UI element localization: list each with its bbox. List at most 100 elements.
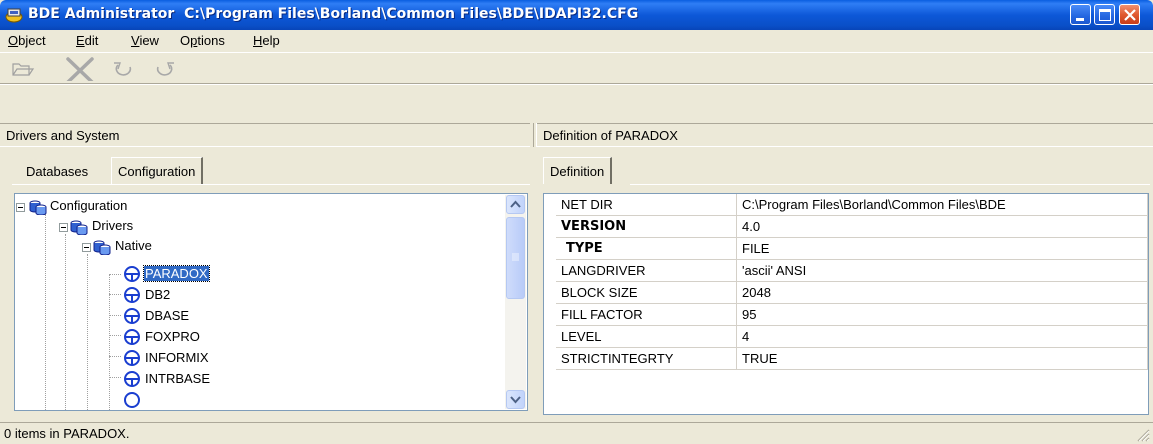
drivers-icon <box>70 220 88 235</box>
toolbar-divider-highlight <box>0 84 1153 85</box>
scroll-down-button[interactable] <box>506 390 525 409</box>
open-icon[interactable] <box>10 55 36 81</box>
param-value[interactable]: 4 <box>737 326 1148 348</box>
tree-item-informix[interactable]: INFORMIX <box>145 348 209 368</box>
collapse-toggle[interactable] <box>59 223 68 232</box>
table-row[interactable]: VERSION 4.0 <box>544 216 1148 238</box>
menu-edit-accel: E <box>76 33 85 48</box>
tree-line <box>109 294 121 295</box>
menu-options[interactable]: Options <box>180 33 225 48</box>
param-name: VERSION <box>556 216 737 238</box>
undo-icon[interactable] <box>110 55 138 81</box>
tree-item-label: DB2 <box>145 287 171 302</box>
menu-help-label: elp <box>262 33 280 48</box>
minimize-icon <box>1076 18 1084 21</box>
redo-icon[interactable] <box>150 55 180 81</box>
param-name: FILL FACTOR <box>556 304 737 326</box>
menu-edit-label: dit <box>84 33 99 48</box>
param-name: TYPE <box>556 238 737 260</box>
close-icon <box>1124 9 1136 21</box>
title-bar[interactable]: BDE Administrator C:\Program Files\Borla… <box>0 0 1153 30</box>
collapse-toggle[interactable] <box>16 203 25 212</box>
tree-item-foxpro[interactable]: FOXPRO <box>145 327 200 347</box>
menu-bar: Object Edit View Options Help <box>0 30 1153 53</box>
tree-line <box>87 254 88 410</box>
param-value[interactable]: 4.0 <box>737 216 1148 238</box>
tree-item-configuration[interactable]: Configuration <box>50 196 127 216</box>
menu-object-accel: O <box>8 33 19 48</box>
collapse-toggle[interactable] <box>82 243 91 252</box>
tree-item-label: DBASE <box>145 308 190 323</box>
right-tab-baseline <box>630 184 1150 185</box>
driver-icon <box>124 371 140 387</box>
tree-line <box>109 274 121 275</box>
param-value[interactable]: FILE <box>737 238 1148 260</box>
tree-item-drivers[interactable]: Drivers <box>92 216 133 236</box>
param-value[interactable]: 2048 <box>737 282 1148 304</box>
tree-item-dbase[interactable]: DBASE <box>145 306 189 326</box>
table-row[interactable]: TYPE FILE <box>544 238 1148 260</box>
status-text: 0 items in PARADOX. <box>4 426 130 441</box>
configuration-icon <box>29 200 47 215</box>
configuration-tree[interactable]: Configuration Drivers Native PARADOX DB2… <box>14 193 528 411</box>
delete-icon[interactable] <box>62 55 102 81</box>
tree-item-label: Drivers <box>92 218 134 233</box>
chevron-down-icon <box>510 396 521 404</box>
grip-lines-icon <box>512 253 519 261</box>
driver-icon <box>124 287 140 303</box>
param-value[interactable]: 95 <box>737 304 1148 326</box>
param-value[interactable]: 'ascii' ANSI <box>737 260 1148 282</box>
param-value[interactable]: TRUE <box>737 348 1148 370</box>
resize-grip-icon[interactable] <box>1136 428 1150 442</box>
param-value[interactable]: C:\Program Files\Borland\Common Files\BD… <box>737 194 1148 216</box>
table-row[interactable]: STRICTINTEGRTY TRUE <box>544 348 1148 370</box>
menu-object[interactable]: Object <box>8 33 46 48</box>
tab-configuration[interactable]: Configuration <box>111 157 204 184</box>
window-title: BDE Administrator C:\Program Files\Borla… <box>28 6 639 22</box>
bde-app-icon <box>5 8 23 23</box>
definition-grid[interactable]: NET DIR C:\Program Files\Borland\Common … <box>543 193 1149 415</box>
menu-help[interactable]: Help <box>253 33 280 48</box>
tree-line <box>109 335 121 336</box>
menu-view[interactable]: View <box>131 33 159 48</box>
minimize-button[interactable] <box>1070 4 1091 25</box>
table-row[interactable]: BLOCK SIZE 2048 <box>544 282 1148 304</box>
menu-edit[interactable]: Edit <box>76 33 98 48</box>
table-row[interactable]: FILL FACTOR 95 <box>544 304 1148 326</box>
param-name: LEVEL <box>556 326 737 348</box>
tree-item-intrbase[interactable]: INTRBASE <box>145 369 210 389</box>
scroll-up-button[interactable] <box>506 195 525 214</box>
tree-scrollbar[interactable] <box>505 195 526 409</box>
chevron-up-icon <box>510 200 521 208</box>
tree-line <box>65 234 66 410</box>
scroll-thumb[interactable] <box>506 217 525 299</box>
close-button[interactable] <box>1119 4 1140 25</box>
menu-help-accel: H <box>253 33 263 48</box>
tree-item-label: INFORMIX <box>145 350 209 365</box>
driver-icon <box>124 266 140 282</box>
bde-administrator-window: BDE Administrator C:\Program Files\Borla… <box>0 0 1153 444</box>
tab-definition[interactable]: Definition <box>543 157 613 184</box>
right-pane-header: Definition of PARADOX <box>537 123 1153 147</box>
menu-object-label: bject <box>18 33 46 48</box>
tree-line <box>109 356 121 357</box>
maximize-button[interactable] <box>1094 4 1115 25</box>
param-name: LANGDRIVER <box>556 260 737 282</box>
left-pane-header: Drivers and System <box>0 123 530 147</box>
native-icon <box>93 240 111 255</box>
table-row[interactable]: LANGDRIVER 'ascii' ANSI <box>544 260 1148 282</box>
tree-item-label: Configuration <box>50 198 128 213</box>
tree-line <box>109 315 121 316</box>
param-name: BLOCK SIZE <box>556 282 737 304</box>
table-row[interactable]: NET DIR C:\Program Files\Borland\Common … <box>544 194 1148 216</box>
status-bar: 0 items in PARADOX. <box>0 422 1153 444</box>
tree-item-native[interactable]: Native <box>115 236 152 256</box>
tree-item-paradox[interactable]: PARADOX <box>143 264 210 284</box>
left-tab-baseline <box>12 184 530 185</box>
tree-item-label: PARADOX <box>143 265 210 282</box>
tab-databases[interactable]: Databases <box>20 161 94 183</box>
table-row[interactable]: LEVEL 4 <box>544 326 1148 348</box>
menu-options-label: tions <box>197 33 225 48</box>
tree-item-db2[interactable]: DB2 <box>145 285 170 305</box>
driver-icon <box>124 329 140 345</box>
